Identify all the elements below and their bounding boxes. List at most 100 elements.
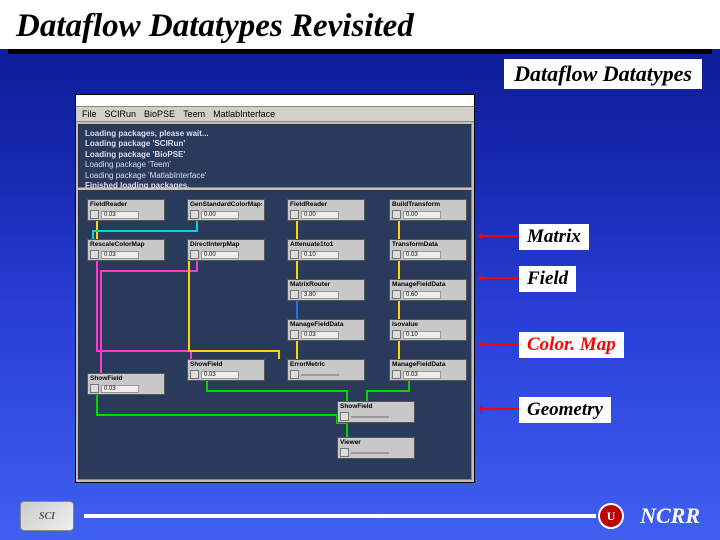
menu-file[interactable]: File xyxy=(82,109,97,119)
console-line: Loading package 'SCIRun' xyxy=(85,139,465,149)
module-time: 0.03 xyxy=(301,331,339,339)
module-buildtransform[interactable]: BuildTransform 0.00 xyxy=(389,199,467,221)
module-time: 0.00 xyxy=(301,211,339,219)
module-transformdata[interactable]: TransformData 0.03 xyxy=(389,239,467,261)
module-showfield1[interactable]: ShowField 0.03 xyxy=(187,359,265,381)
utah-badge-icon: U xyxy=(598,503,624,529)
dataflow-canvas[interactable]: FieldReader0.03GenStandardColorMaps0.00F… xyxy=(78,190,472,480)
module-genstandardcolormaps[interactable]: GenStandardColorMaps 0.00 xyxy=(187,199,265,221)
module-time: 0.00 xyxy=(201,251,239,259)
module-rescalecolormap[interactable]: RescaleColorMap 0.03 xyxy=(87,239,165,261)
module-ui-button[interactable] xyxy=(190,370,199,379)
module-ui-button[interactable] xyxy=(90,210,99,219)
module-attenuate1to1[interactable]: Attenuate1to1 0.10 xyxy=(287,239,365,261)
wire xyxy=(207,381,347,401)
module-time: 0.03 xyxy=(403,371,441,379)
annotation-colormap: Color. Map xyxy=(519,332,624,358)
footer-separator xyxy=(84,514,596,518)
module-ui-button[interactable] xyxy=(392,330,401,339)
module-title: ManageFieldData xyxy=(290,321,362,328)
module-time xyxy=(351,452,389,454)
title-area: Dataflow Datatypes Revisited xyxy=(0,0,720,49)
module-managefielddata1[interactable]: ManageFieldData0.60 xyxy=(389,279,467,301)
module-ui-button[interactable] xyxy=(290,290,299,299)
arrow-field xyxy=(480,277,520,279)
module-managefielddata2[interactable]: ManageFieldData 0.03 xyxy=(287,319,365,341)
module-directinterpmap[interactable]: DirectInterpMap 0.00 xyxy=(187,239,265,261)
module-ui-button[interactable] xyxy=(290,250,299,259)
module-title: DirectInterpMap xyxy=(190,241,262,248)
wire xyxy=(97,395,347,437)
module-time: 0.00 xyxy=(201,211,239,219)
wire xyxy=(97,261,191,359)
module-time: 0.10 xyxy=(301,251,339,259)
module-title: FieldReader xyxy=(290,201,362,208)
menu-scirun[interactable]: SCIRun xyxy=(105,109,137,119)
console-line: Loading package 'Teem' xyxy=(85,160,465,170)
module-ui-button[interactable] xyxy=(340,412,349,421)
module-fieldreader2[interactable]: FieldReader 0.00 xyxy=(287,199,365,221)
module-title: MatrixRouter xyxy=(290,281,362,288)
module-title: ShowField xyxy=(90,375,162,382)
module-time: 0.03 xyxy=(403,251,441,259)
module-ui-button[interactable] xyxy=(392,210,401,219)
module-title: ManageFieldData xyxy=(392,361,464,368)
console-line: Loading packages, please wait... xyxy=(85,129,465,139)
module-title: BuildTransform xyxy=(392,201,464,208)
module-time: 3.80 xyxy=(301,291,339,299)
menu-teem[interactable]: Teem xyxy=(183,109,205,119)
subtitle-area: Dataflow Datatypes xyxy=(0,54,720,89)
module-title: Attenuate1to1 xyxy=(290,241,362,248)
wire xyxy=(101,261,197,373)
module-title: TransformData xyxy=(392,241,464,248)
module-ui-button[interactable] xyxy=(290,210,299,219)
module-time: 0.03 xyxy=(101,385,139,393)
menu-bar: File SCIRun BioPSE Teem MatlabInterface xyxy=(76,107,474,122)
module-managefielddata3[interactable]: ManageFieldData 0.03 xyxy=(389,359,467,381)
module-time: 0.00 xyxy=(403,211,441,219)
annotation-field: Field xyxy=(519,266,576,292)
module-ui-button[interactable] xyxy=(90,384,99,393)
wire xyxy=(189,261,279,359)
module-viewer[interactable]: Viewer xyxy=(337,437,415,459)
menu-biopse[interactable]: BioPSE xyxy=(144,109,175,119)
module-title: ShowField xyxy=(340,403,412,410)
module-time: 0.03 xyxy=(101,251,139,259)
module-ui-button[interactable] xyxy=(190,210,199,219)
module-title: FieldReader xyxy=(90,201,162,208)
annotation-matrix: Matrix xyxy=(519,224,589,250)
module-time: 0.03 xyxy=(101,211,139,219)
module-ui-button[interactable] xyxy=(392,250,401,259)
module-ui-button[interactable] xyxy=(392,370,401,379)
module-time: 0.10 xyxy=(403,331,441,339)
console-line: Loading package 'BioPSE' xyxy=(85,150,465,160)
module-ui-button[interactable] xyxy=(392,290,401,299)
module-matrixrouter[interactable]: MatrixRouter 3.80 xyxy=(287,279,365,301)
module-title: ShowField xyxy=(190,361,262,368)
module-ui-button[interactable] xyxy=(190,250,199,259)
module-fieldreader[interactable]: FieldReader 0.03 xyxy=(87,199,165,221)
scirun-window: File SCIRun BioPSE Teem MatlabInterface … xyxy=(75,94,475,483)
module-showfield2[interactable]: ShowField 0.03 xyxy=(87,373,165,395)
module-title: GenStandardColorMaps xyxy=(190,201,262,208)
module-title: Isovalue xyxy=(392,321,464,328)
window-titlebar[interactable] xyxy=(76,95,474,107)
arrow-matrix xyxy=(480,235,520,237)
module-ui-button[interactable] xyxy=(90,250,99,259)
module-time xyxy=(301,374,339,376)
module-time: 0.03 xyxy=(201,371,239,379)
module-showfield3[interactable]: ShowField xyxy=(337,401,415,423)
ncrr-label: NCRR xyxy=(640,503,700,529)
module-ui-button[interactable] xyxy=(290,370,299,379)
menu-matlab[interactable]: MatlabInterface xyxy=(213,109,275,119)
module-errormetric[interactable]: ErrorMetric xyxy=(287,359,365,381)
module-ui-button[interactable] xyxy=(290,330,299,339)
module-title: RescaleColorMap xyxy=(90,241,162,248)
module-ui-button[interactable] xyxy=(340,448,349,457)
wire xyxy=(367,381,409,401)
module-title: ErrorMetric xyxy=(290,361,362,368)
module-isovalue[interactable]: Isovalue 0.10 xyxy=(389,319,467,341)
annotation-geometry: Geometry xyxy=(519,397,611,423)
console-line: Loading package 'MatlabInterface' xyxy=(85,171,465,181)
module-title: Viewer xyxy=(340,439,412,446)
